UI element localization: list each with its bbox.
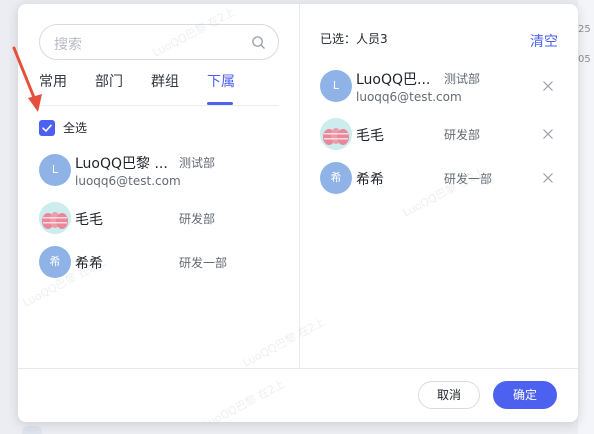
close-icon[interactable] [542, 172, 554, 184]
select-all-checkbox[interactable]: 全选 [39, 120, 159, 138]
member-name: 毛毛 [75, 212, 103, 228]
search-input[interactable]: 搜索 [39, 24, 279, 60]
avatar-image-icon [320, 118, 352, 150]
member-department: 研发一部 [444, 172, 493, 186]
watermark: LuoQQ巴黎 在2上 [200, 377, 288, 422]
avatar: L [320, 70, 352, 102]
background-element [22, 426, 42, 434]
selected-pane: 已选：人员3 清空 L LuoQQ巴... luoqq6@test.com 测试… [300, 4, 578, 368]
tab-department[interactable]: 部门 [95, 72, 123, 92]
tab-subordinates[interactable]: 下属 [207, 72, 235, 92]
avatar: 希 [320, 162, 352, 194]
selected-item: 毛毛 研发部 [320, 114, 558, 154]
close-icon[interactable] [542, 80, 554, 92]
avatar [320, 118, 352, 150]
cancel-button[interactable]: 取消 [418, 381, 480, 409]
candidate-pane: 搜索 常用 部门 群组 下属 全选 L LuoQQ巴黎 ... luoqq6@t… [18, 4, 299, 368]
avatar: L [39, 154, 71, 186]
search-placeholder: 搜索 [54, 37, 82, 53]
avatar-image-icon [39, 202, 71, 234]
select-all-label: 全选 [63, 121, 88, 135]
member-select-dialog: 搜索 常用 部门 群组 下属 全选 L LuoQQ巴黎 ... luoqq6@t… [18, 4, 578, 422]
checkbox-checked-icon[interactable] [39, 120, 55, 136]
tab-frequent[interactable]: 常用 [39, 72, 67, 92]
footer-divider [18, 368, 578, 369]
member-department: 测试部 [179, 156, 216, 170]
selected-count-label: 已选：人员3 [320, 32, 388, 46]
selected-item: 希 希希 研发一部 [320, 158, 558, 198]
list-item[interactable]: L LuoQQ巴黎 ... luoqq6@test.com 测试部 [39, 150, 279, 190]
confirm-button[interactable]: 确定 [493, 381, 557, 409]
member-name: 希希 [75, 256, 103, 272]
member-name: LuoQQ巴黎 ... [75, 156, 168, 172]
member-name: 希希 [356, 172, 384, 188]
member-name: LuoQQ巴... [356, 72, 431, 88]
member-department: 研发一部 [179, 256, 228, 270]
list-item[interactable]: 毛毛 研发部 [39, 198, 279, 238]
clear-button[interactable]: 清空 [530, 31, 558, 51]
avatar: 希 [39, 246, 71, 278]
list-item[interactable]: 希 希希 研发一部 [39, 242, 279, 282]
background-text: 05 [578, 54, 591, 65]
avatar [39, 202, 71, 234]
tab-divider [39, 105, 279, 106]
close-icon[interactable] [542, 128, 554, 140]
background-text: 25 [578, 24, 591, 35]
member-department: 测试部 [444, 72, 481, 86]
member-email: luoqq6@test.com [75, 174, 181, 188]
member-department: 研发部 [179, 212, 216, 226]
tab-bar: 常用 部门 群组 下属 [39, 72, 279, 106]
member-department: 研发部 [444, 128, 481, 142]
member-email: luoqq6@test.com [356, 90, 462, 104]
background-panel [578, 0, 594, 434]
selected-item: L LuoQQ巴... luoqq6@test.com 测试部 [320, 66, 558, 106]
search-icon [252, 36, 265, 49]
tab-group[interactable]: 群组 [151, 72, 179, 92]
member-name: 毛毛 [356, 128, 384, 144]
